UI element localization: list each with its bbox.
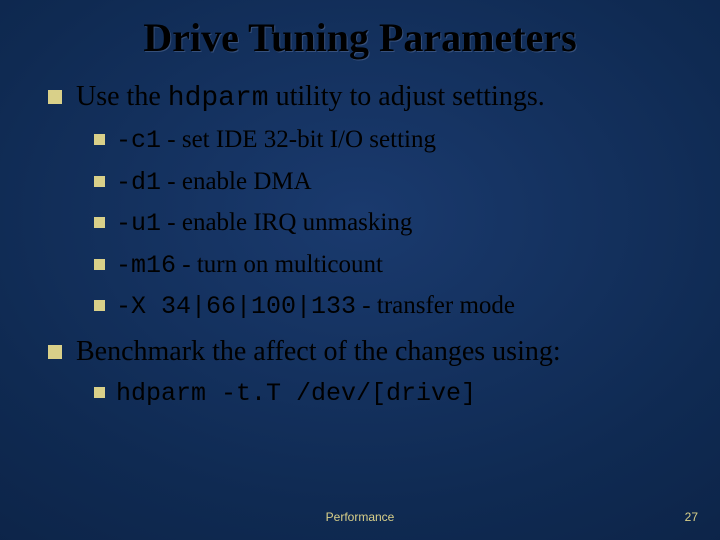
flag-desc: enable DMA (182, 168, 312, 195)
sub-bullet-list: hdparm -t.T /dev/[drive] (48, 377, 686, 411)
code-flag: -c1 (116, 126, 161, 155)
text-pre: Benchmark the affect of the changes usin… (76, 336, 561, 367)
dash: - (182, 251, 197, 278)
square-bullet-icon (94, 387, 105, 398)
flag-desc: turn on multicount (197, 251, 383, 278)
text-pre: Use the (76, 81, 168, 112)
bullet-level1: Use the hdparm utility to adjust setting… (48, 79, 686, 116)
dash: - (167, 168, 182, 195)
bullet-text: -c1 - set IDE 32-bit I/O setting (116, 124, 436, 158)
square-bullet-icon (94, 217, 105, 228)
bullet-text: -X 34|66|100|133 - transfer mode (116, 290, 515, 324)
bullet-level1: Benchmark the affect of the changes usin… (48, 334, 686, 369)
bullet-level2: -X 34|66|100|133 - transfer mode (94, 290, 686, 324)
bullet-level2: -d1 - enable DMA (94, 166, 686, 200)
bullet-text: -d1 - enable DMA (116, 166, 312, 200)
code-flag: -X 34|66|100|133 (116, 292, 356, 321)
code-flag: -d1 (116, 168, 161, 197)
bullet-text: Benchmark the affect of the changes usin… (76, 334, 561, 369)
square-bullet-icon (94, 134, 105, 145)
flag-desc: set IDE 32-bit I/O setting (182, 126, 436, 153)
bullet-level2: -c1 - set IDE 32-bit I/O setting (94, 124, 686, 158)
bullet-level2: -m16 - turn on multicount (94, 249, 686, 283)
square-bullet-icon (94, 259, 105, 270)
flag-desc: enable IRQ unmasking (182, 209, 413, 236)
square-bullet-icon (94, 176, 105, 187)
square-bullet-icon (94, 300, 105, 311)
code-command: hdparm -t.T /dev/[drive] (116, 379, 476, 408)
bullet-text: hdparm -t.T /dev/[drive] (116, 377, 476, 411)
text-post: utility to adjust settings. (269, 81, 545, 112)
slide-body: Use the hdparm utility to adjust setting… (0, 61, 720, 410)
flag-desc: transfer mode (377, 292, 515, 319)
code-flag: -m16 (116, 251, 176, 280)
footer-label: Performance (0, 510, 720, 524)
dash: - (362, 292, 377, 319)
code-inline: hdparm (168, 83, 269, 114)
bullet-text: Use the hdparm utility to adjust setting… (76, 79, 545, 116)
square-bullet-icon (48, 345, 62, 359)
dash: - (167, 209, 182, 236)
bullet-text: -u1 - enable IRQ unmasking (116, 207, 412, 241)
square-bullet-icon (48, 90, 62, 104)
bullet-level2: hdparm -t.T /dev/[drive] (94, 377, 686, 411)
bullet-level2: -u1 - enable IRQ unmasking (94, 207, 686, 241)
dash: - (167, 126, 182, 153)
slide-title: Drive Tuning Parameters (0, 0, 720, 61)
page-number: 27 (685, 510, 698, 524)
code-flag: -u1 (116, 209, 161, 238)
bullet-text: -m16 - turn on multicount (116, 249, 383, 283)
sub-bullet-list: -c1 - set IDE 32-bit I/O setting -d1 - e… (48, 124, 686, 324)
